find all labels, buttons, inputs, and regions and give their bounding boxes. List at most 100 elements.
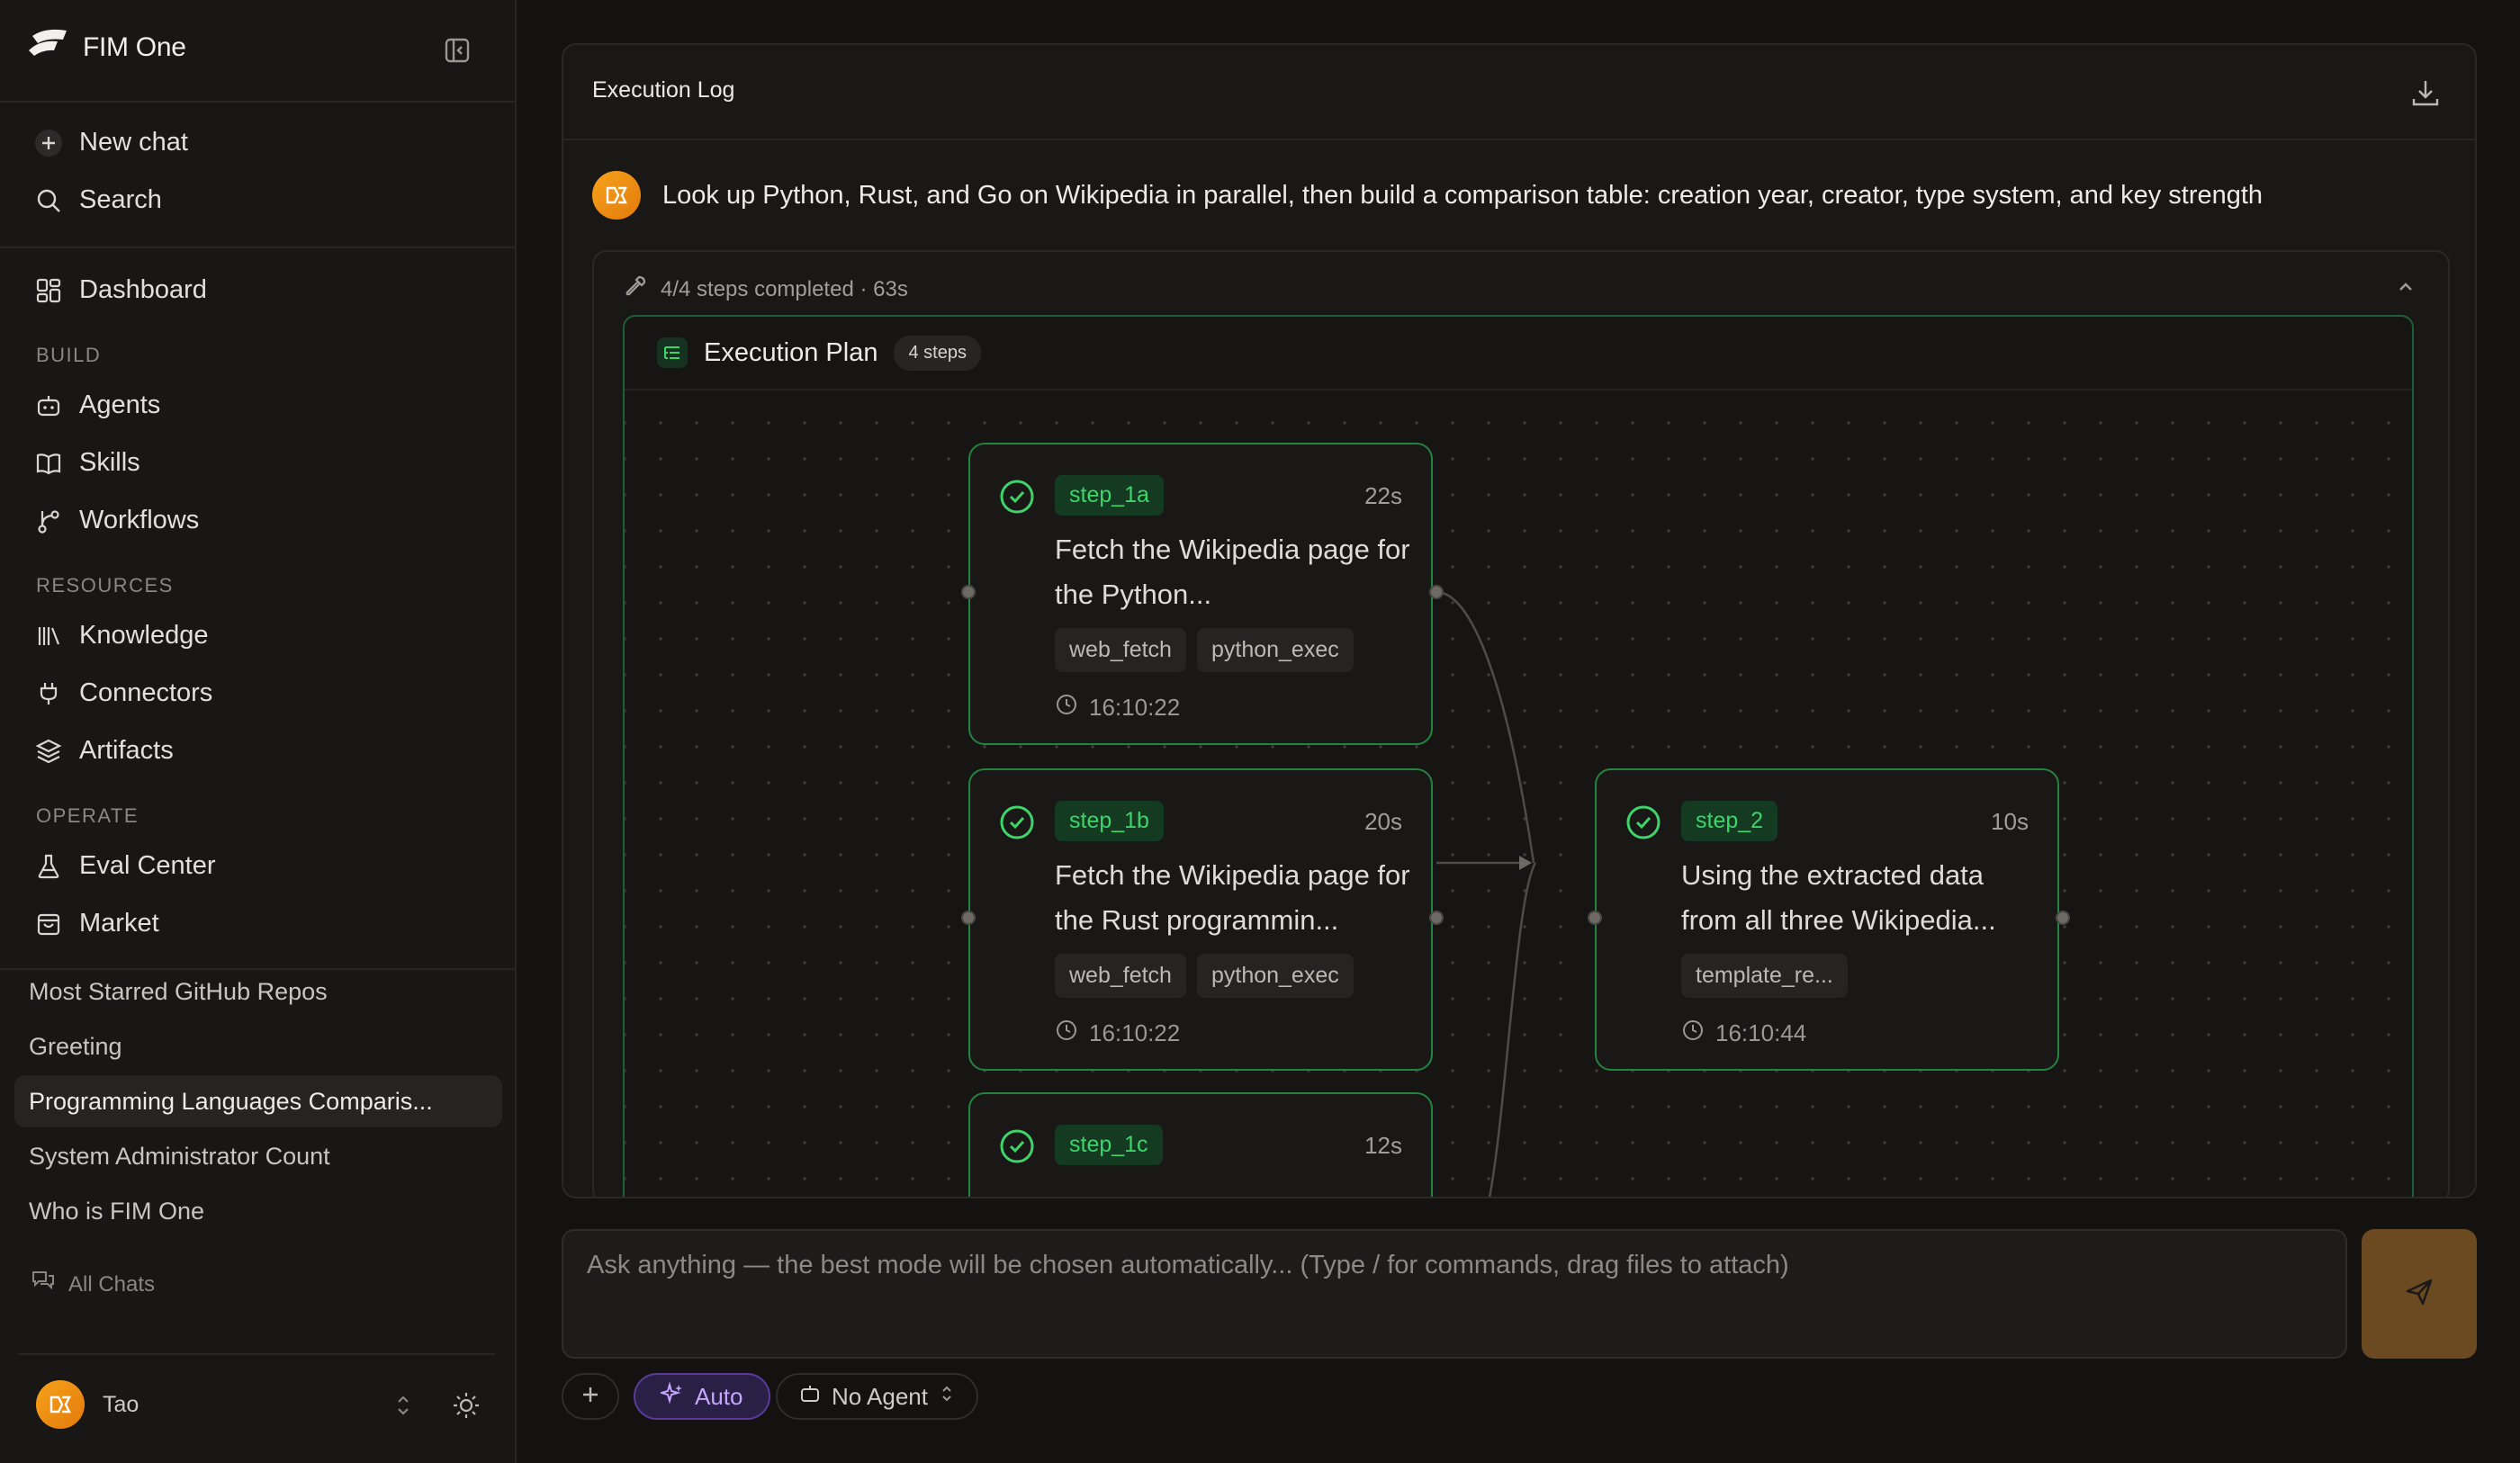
tool-tag: template_re... [1681, 954, 1848, 998]
all-chats-link[interactable]: All Chats [31, 1269, 155, 1300]
step-description: Fetch the Wikipedia page for the Rust pr… [1055, 859, 1410, 936]
user-menu[interactable]: Tao [36, 1380, 139, 1429]
tool-tags: web_fetch python_exec [1055, 954, 1354, 998]
sidebar-item-workflows[interactable]: Workflows [34, 506, 199, 535]
sidebar-item-label: Market [79, 909, 159, 938]
step-time: 16:10:44 [1681, 1019, 1806, 1048]
messages-icon [31, 1269, 56, 1300]
sidebar-item-label: Agents [79, 390, 161, 419]
step-time: 16:10:22 [1055, 1019, 1180, 1048]
output-port[interactable] [1429, 585, 1444, 599]
sidebar-item-label: Connectors [79, 678, 213, 707]
step-timestamp: 16:10:44 [1715, 1019, 1807, 1046]
shopping-bag-icon [34, 910, 63, 938]
chat-input[interactable]: Ask anything — the best mode will be cho… [562, 1229, 2347, 1359]
history-item[interactable]: Most Starred GitHub Repos [14, 965, 502, 1018]
all-chats-label: All Chats [68, 1271, 156, 1297]
step-id: step_1c [1055, 1125, 1163, 1165]
chevron-up-icon[interactable] [2394, 275, 2417, 299]
chevrons-up-down-icon [939, 1383, 955, 1411]
avatar [592, 171, 641, 220]
step-id: step_2 [1681, 801, 1778, 841]
search-label: Search [79, 185, 162, 214]
search-icon [34, 186, 63, 215]
sidebar-item-artifacts[interactable]: Artifacts [34, 736, 174, 766]
clock-icon [1055, 693, 1078, 723]
history-item[interactable]: System Administrator Count [14, 1130, 502, 1182]
add-attachment-button[interactable] [562, 1373, 619, 1420]
section-resources-label: RESOURCES [36, 574, 174, 597]
plus-icon [34, 129, 63, 157]
send-icon [2403, 1276, 2435, 1313]
mode-auto-button[interactable]: Auto [634, 1373, 770, 1420]
sidebar-item-skills[interactable]: Skills [34, 448, 140, 478]
clock-icon [1055, 1019, 1078, 1048]
sidebar-item-label: Artifacts [79, 736, 174, 765]
avatar [36, 1380, 85, 1429]
sidebar-item-eval-center[interactable]: Eval Center [34, 851, 216, 881]
output-port[interactable] [1429, 911, 1444, 925]
input-port[interactable] [1588, 911, 1602, 925]
plan-header: Execution Plan 4 steps [625, 317, 2412, 390]
git-branch-icon [34, 507, 63, 535]
new-chat-label: New chat [79, 128, 188, 157]
theme-sun-icon[interactable] [450, 1389, 482, 1426]
flask-icon [34, 852, 63, 881]
new-chat-button[interactable]: New chat [34, 128, 188, 157]
tool-tag: python_exec [1196, 954, 1354, 998]
bot-icon [34, 391, 63, 420]
execution-plan: Execution Plan 4 steps step_1a 22s Fetch… [623, 315, 2414, 1197]
sidebar-item-connectors[interactable]: Connectors [34, 678, 212, 708]
sidebar-item-label: Workflows [79, 506, 200, 534]
sidebar-item-agents[interactable]: Agents [34, 390, 160, 420]
step-node[interactable]: step_1b 20s Fetch the Wikipedia page for… [968, 768, 1433, 1071]
step-timestamp: 16:10:22 [1089, 1019, 1181, 1046]
sidebar-item-label: Skills [79, 448, 140, 477]
sidebar-item-knowledge[interactable]: Knowledge [34, 621, 209, 651]
chevrons-up-down-icon[interactable] [392, 1393, 414, 1423]
send-button[interactable] [2362, 1229, 2477, 1359]
download-icon[interactable] [2408, 76, 2443, 110]
tool-tag: web_fetch [1055, 628, 1186, 672]
sidebar-item-label: Eval Center [79, 851, 216, 880]
search-button[interactable]: Search [34, 185, 162, 215]
dashboard-icon [34, 276, 63, 305]
step-node[interactable]: step_1c 12s [968, 1092, 1433, 1197]
step-node[interactable]: step_2 10s Using the extracted data from… [1595, 768, 2059, 1071]
output-port[interactable] [2056, 911, 2070, 925]
history-item-active[interactable]: Programming Languages Comparis... [14, 1075, 502, 1127]
step-duration: 12s [1364, 1132, 1402, 1159]
collapse-sidebar-icon[interactable] [443, 36, 472, 65]
bot-icon [799, 1383, 821, 1411]
check-circle-icon [999, 1128, 1035, 1164]
wrench-icon [623, 274, 648, 305]
step-node[interactable]: step_1a 22s Fetch the Wikipedia page for… [968, 443, 1433, 745]
history-item[interactable]: Greeting [14, 1020, 502, 1073]
agent-select[interactable]: No Agent [776, 1373, 978, 1420]
layers-icon [34, 737, 63, 766]
input-port[interactable] [961, 911, 976, 925]
plan-canvas[interactable]: step_1a 22s Fetch the Wikipedia page for… [625, 392, 2412, 1197]
sidebar: FIM One New chat Search Dashboard BUILD … [0, 0, 517, 1463]
steps-summary-text: 4/4 steps completed · 63s [661, 276, 908, 301]
step-duration: 20s [1364, 808, 1402, 835]
sidebar-item-market[interactable]: Market [34, 909, 159, 938]
user-name: Tao [103, 1391, 140, 1417]
history-item[interactable]: Who is FIM One [14, 1185, 502, 1237]
tool-tags: template_re... [1681, 954, 1848, 998]
book-open-icon [34, 449, 63, 478]
panel-header: Execution Log [563, 45, 2475, 140]
sidebar-item-dashboard[interactable]: Dashboard [34, 275, 207, 305]
brand[interactable]: FIM One [27, 27, 186, 67]
plug-icon [34, 679, 63, 708]
divider [0, 247, 517, 248]
step-time: 16:10:22 [1055, 693, 1180, 723]
plan-title: Execution Plan [704, 337, 878, 367]
input-port[interactable] [961, 585, 976, 599]
edges [1436, 590, 1537, 1197]
panel-title: Execution Log [592, 77, 735, 103]
execution-log-panel: Execution Log Look up Python, Rust, and … [562, 43, 2477, 1198]
chat-input-placeholder: Ask anything — the best mode will be cho… [587, 1251, 1789, 1279]
steps-summary[interactable]: 4/4 steps completed · 63s [623, 274, 908, 305]
section-build-label: BUILD [36, 344, 102, 366]
